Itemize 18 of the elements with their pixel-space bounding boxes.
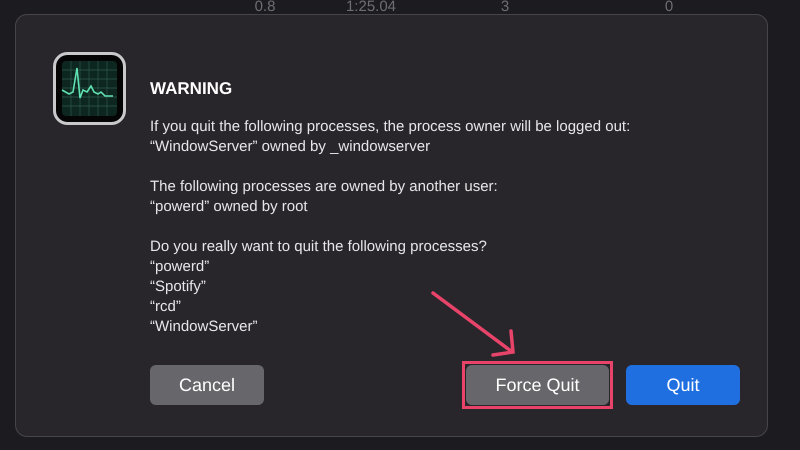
dialog-button[interactable]: Cancel [150,365,264,405]
dialog-button[interactable]: Force Quit [466,365,609,405]
table-cell-text: 0 [664,0,674,14]
message-text: If you quit the following processes, the process owner will be logged out: [150,117,632,137]
message-text: “WindowServer” owned by _windowserver [150,137,432,157]
message-text: Do you really want to quit the following processes? [150,237,488,257]
message-text: “powerd” owned by root [150,197,309,217]
message-text: “powerd” [150,257,210,277]
table-cell-text: 0.8 [254,0,276,14]
dialog-button[interactable]: Quit [626,365,740,405]
table-cell-text: 1:25.04 [344,0,398,14]
message-text: “rcd” [150,297,182,317]
dialog-title: WARNING [150,79,234,99]
activity-monitor-icon [53,52,126,125]
message-text: “Spotify” [150,277,207,297]
message-text: “WindowServer” [150,317,259,337]
table-cell-text: 3 [500,0,510,14]
message-text: The following processes are owned by another user: [150,177,499,197]
